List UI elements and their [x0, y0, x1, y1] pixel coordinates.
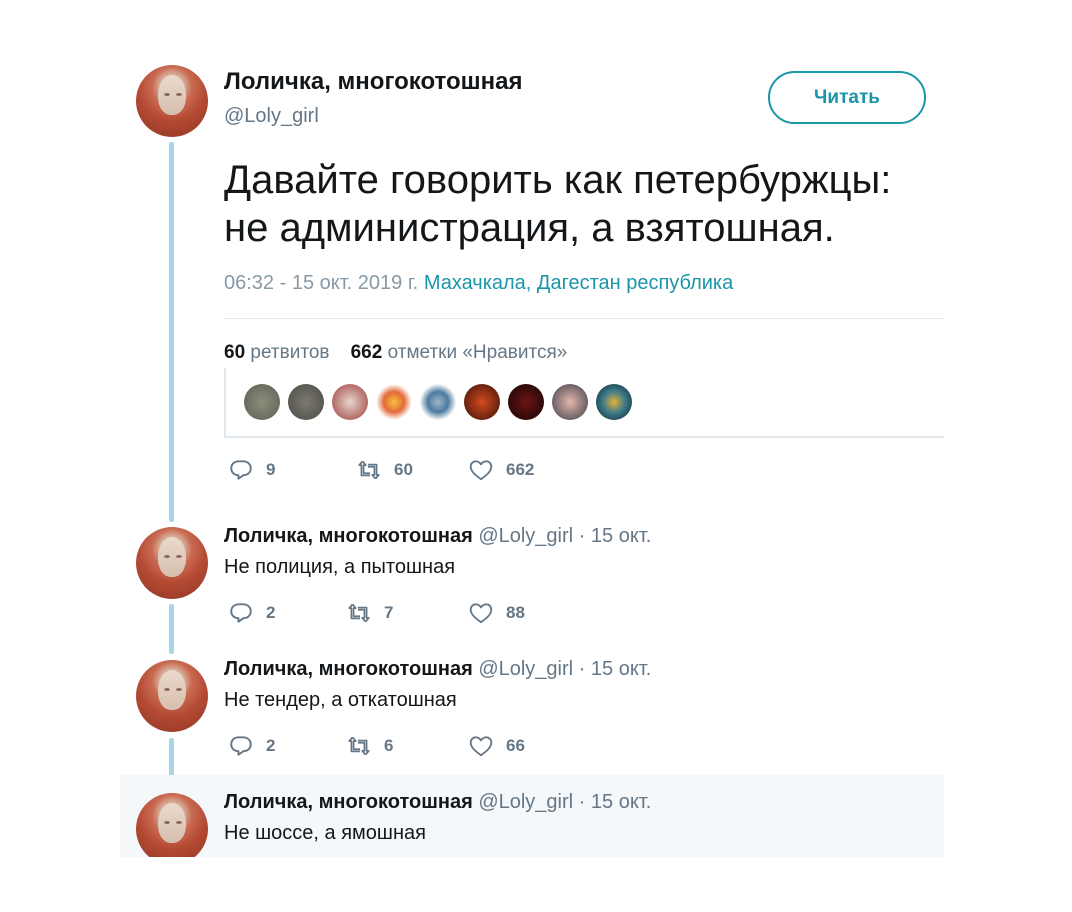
reply-actions: 2 6 66: [228, 733, 525, 759]
avatar-icon[interactable]: [288, 384, 324, 420]
bottom-mask: [0, 857, 1072, 912]
reply-header: Лоличка, многокотошная @Loly_girl · 15 о…: [224, 525, 651, 548]
retweet-count: 7: [384, 603, 394, 622]
reply-author-name[interactable]: Лоличка, многокотошная: [224, 658, 473, 680]
like-button[interactable]: 662: [468, 457, 534, 483]
reply-button[interactable]: 2: [228, 600, 346, 626]
reply-count: 9: [266, 460, 276, 479]
retweet-count: 60: [394, 460, 413, 479]
reply-icon: [230, 603, 252, 623]
tweet-text-line: не администрация, а взятошная.: [224, 206, 835, 250]
reply-icon: [230, 736, 252, 756]
divider: [224, 318, 944, 319]
likes-label: отметки «Нравится»: [387, 342, 568, 363]
avatar-icon[interactable]: [508, 384, 544, 420]
reply-text: Не шоссе, а ямошная: [224, 822, 426, 844]
thread-line: [169, 142, 174, 522]
reply-icon: [230, 460, 252, 480]
avatar-icon[interactable]: [332, 384, 368, 420]
separator: ·: [578, 525, 586, 547]
reply-date[interactable]: 15 окт.: [591, 658, 651, 680]
separator: ·: [578, 658, 586, 680]
retweet-count: 6: [384, 736, 394, 755]
reply-author-handle[interactable]: @Loly_girl: [478, 658, 573, 680]
reply-author-handle[interactable]: @Loly_girl: [478, 791, 573, 813]
reply-count: 2: [266, 736, 276, 755]
retweet-icon: [358, 460, 380, 480]
avatar-icon[interactable]: [596, 384, 632, 420]
retweets-count: 60: [224, 342, 246, 363]
retweets-stat[interactable]: 60 ретвитов: [224, 342, 329, 363]
tweet-meta: 06:32 - 15 окт. 2019 г. Махачкала, Дагес…: [224, 272, 733, 295]
like-button[interactable]: 66: [468, 733, 525, 759]
timestamp[interactable]: 06:32 - 15 окт. 2019 г.: [224, 272, 418, 294]
reply-text: Не полиция, а пытошная: [224, 556, 456, 578]
retweet-button[interactable]: 60: [356, 457, 468, 483]
heart-icon: [469, 460, 493, 481]
separator: ·: [578, 791, 586, 813]
likers-row: [224, 368, 944, 438]
likes-stat[interactable]: 662 отметки «Нравится»: [351, 342, 568, 363]
location-link[interactable]: Махачкала, Дагестан республика: [424, 272, 733, 294]
reply-date[interactable]: 15 окт.: [591, 791, 651, 813]
retweet-icon: [348, 603, 370, 623]
heart-icon: [469, 736, 493, 757]
avatar[interactable]: [136, 527, 208, 599]
avatar-icon[interactable]: [552, 384, 588, 420]
retweet-button[interactable]: 6: [346, 733, 468, 759]
tweet-text-line: Давайте говорить как петербуржцы:: [224, 158, 892, 202]
reply-header: Лоличка, многокотошная @Loly_girl · 15 о…: [224, 658, 651, 681]
like-count: 66: [506, 736, 525, 755]
avatar-icon[interactable]: [464, 384, 500, 420]
reply-author-name[interactable]: Лоличка, многокотошная: [224, 791, 473, 813]
thread-line: [169, 604, 174, 654]
tweet-actions: 9 60 662: [228, 457, 534, 483]
avatar-icon[interactable]: [420, 384, 456, 420]
retweet-button[interactable]: 7: [346, 600, 468, 626]
reply-actions: 2 7 88: [228, 600, 525, 626]
like-count: 88: [506, 603, 525, 622]
reply-author-name[interactable]: Лоличка, многокотошная: [224, 525, 473, 547]
reply-header: Лоличка, многокотошная @Loly_girl · 15 о…: [224, 791, 651, 814]
avatar[interactable]: [136, 660, 208, 732]
avatar-icon[interactable]: [244, 384, 280, 420]
reply-count: 2: [266, 603, 276, 622]
author-handle[interactable]: @Loly_girl: [224, 105, 319, 128]
author-name[interactable]: Лоличка, многокотошная: [224, 68, 523, 96]
reply-date[interactable]: 15 окт.: [591, 525, 651, 547]
retweet-icon: [348, 736, 370, 756]
retweets-label: ретвитов: [250, 342, 330, 363]
reply-button[interactable]: 2: [228, 733, 346, 759]
likes-count: 662: [350, 342, 383, 363]
avatar[interactable]: [136, 65, 208, 137]
reply-text: Не тендер, а откатошная: [224, 689, 457, 711]
like-count: 662: [506, 460, 535, 479]
avatar[interactable]: [136, 793, 208, 865]
engagement-stats: 60 ретвитов 662 отметки «Нравится»: [224, 342, 567, 364]
avatar-icon[interactable]: [376, 384, 412, 420]
like-button[interactable]: 88: [468, 600, 525, 626]
follow-button[interactable]: Читать: [768, 71, 926, 124]
tweet-text: Давайте говорить как петербуржцы: не адм…: [224, 156, 944, 252]
reply-button[interactable]: 9: [228, 457, 356, 483]
heart-icon: [469, 603, 493, 624]
reply-author-handle[interactable]: @Loly_girl: [478, 525, 573, 547]
